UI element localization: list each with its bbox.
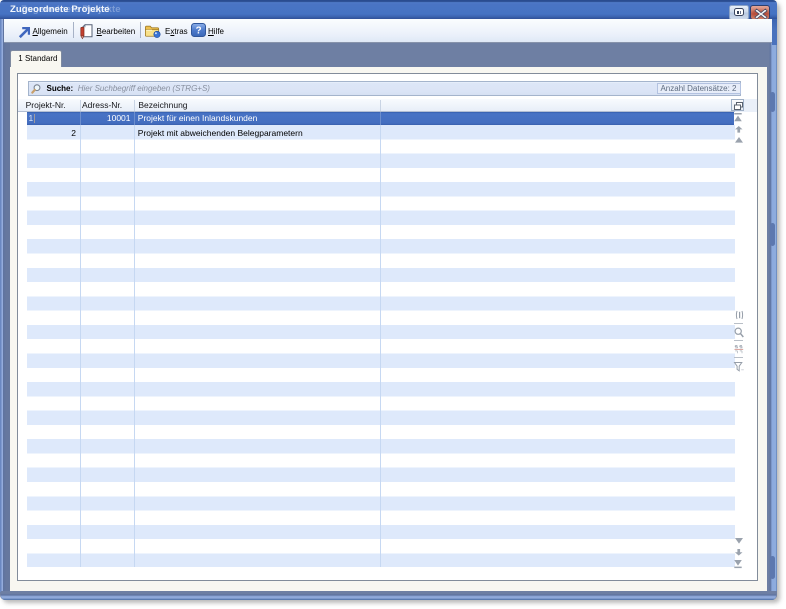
svg-text:?: ? [195, 25, 201, 36]
